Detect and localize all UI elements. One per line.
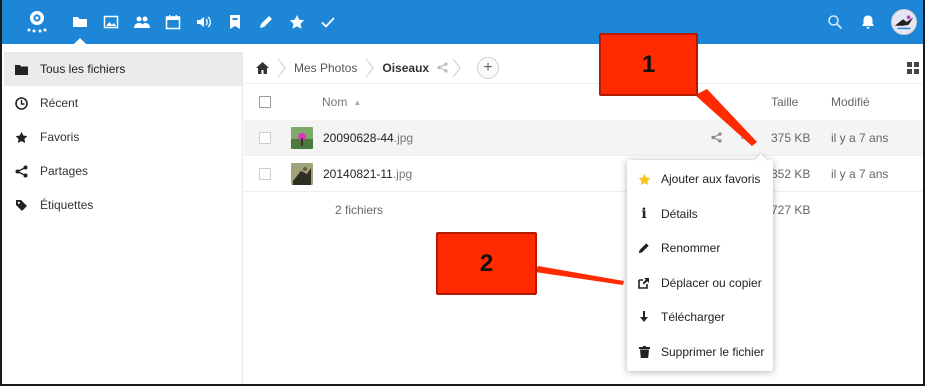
folder-icon (14, 62, 28, 76)
breadcrumb-separator-icon (277, 58, 286, 77)
calendar-icon[interactable] (157, 0, 188, 44)
file-modified: il y a 7 ans (831, 130, 889, 145)
sidebar-item-label: Récent (40, 96, 79, 110)
column-name-header[interactable]: Nom (322, 95, 347, 109)
share-folder-icon[interactable] (437, 62, 448, 73)
file-name[interactable]: 20090628-44.jpg (323, 131, 413, 145)
pencil-icon (637, 241, 651, 255)
sidebar-item-recent[interactable]: Récent (4, 86, 242, 120)
home-icon[interactable] (256, 61, 269, 74)
total-size: 727 KB (771, 203, 811, 217)
menu-item-rename[interactable]: Renommer (627, 231, 773, 266)
app-window: Tous les fichiers Récent Favoris Partage… (0, 0, 925, 386)
menu-item-delete[interactable]: Supprimer le fichier (627, 335, 773, 370)
menu-item-download[interactable]: Télécharger (627, 300, 773, 335)
summary-row: 2 fichiers 727 KB (244, 192, 923, 228)
clock-icon (14, 96, 28, 110)
share-icon (14, 164, 28, 178)
menu-item-label: Télécharger (661, 310, 726, 325)
search-icon[interactable] (817, 0, 853, 44)
menu-item-add-favorite[interactable]: Ajouter aux favoris (627, 162, 773, 197)
star-icon (14, 130, 28, 144)
breadcrumb-item-photos[interactable]: Mes Photos (294, 61, 357, 75)
audio-icon[interactable] (188, 0, 219, 44)
breadcrumb-separator-icon (452, 58, 461, 77)
file-modified: il y a 7 ans (831, 166, 889, 181)
menu-item-label: Détails (661, 206, 698, 221)
more-actions-icon[interactable]: ··· (740, 130, 753, 145)
menu-item-label: Renommer (661, 241, 721, 256)
sidebar-item-label: Partages (40, 164, 89, 178)
trash-icon (637, 345, 651, 359)
sort-ascending-icon: ▲ (353, 97, 362, 107)
top-header (2, 0, 923, 44)
gallery-icon[interactable] (95, 0, 126, 44)
sidebar-item-favorites[interactable]: Favoris (4, 120, 242, 154)
breadcrumb-item-birds[interactable]: Oiseaux (382, 61, 429, 75)
column-modified-header[interactable]: Modifié (831, 95, 911, 109)
info-icon: i (641, 205, 647, 222)
callout-badge-1: 1 (599, 33, 698, 96)
image-thumbnail (291, 126, 313, 149)
breadcrumb-separator-icon (365, 58, 375, 77)
image-thumbnail (291, 162, 313, 185)
menu-item-label: Déplacer ou copier (661, 275, 762, 290)
tag-icon (14, 198, 28, 212)
table-row[interactable]: 20140821-11.jpg 352 KB il y a 7 ans (244, 156, 923, 192)
download-icon (637, 310, 651, 324)
deck-icon[interactable] (219, 0, 250, 44)
menu-item-details[interactable]: i Détails (627, 197, 773, 232)
column-size-header[interactable]: Taille (771, 95, 831, 109)
notifications-icon[interactable] (853, 0, 883, 44)
select-all-checkbox[interactable] (259, 96, 271, 108)
notes-icon[interactable] (250, 0, 281, 44)
grid-view-icon[interactable] (907, 62, 919, 74)
sidebar-item-label: Tous les fichiers (40, 62, 126, 76)
tasks-icon[interactable] (312, 0, 343, 44)
file-size: 352 KB (771, 166, 811, 181)
table-row[interactable]: 20090628-44.jpg ··· 375 KB il y a 7 ans (244, 120, 923, 156)
sidebar-item-label: Étiquettes (40, 198, 94, 212)
sidebar-item-all-files[interactable]: Tous les fichiers (4, 52, 242, 86)
user-avatar[interactable] (891, 9, 917, 35)
row-checkbox[interactable] (259, 131, 271, 144)
files-sidebar: Tous les fichiers Récent Favoris Partage… (4, 52, 243, 384)
row-checkbox[interactable] (259, 167, 271, 180)
contacts-icon[interactable] (126, 0, 157, 44)
file-actions-menu: Ajouter aux favoris i Détails Renommer D… (627, 160, 773, 371)
menu-item-label: Ajouter aux favoris (661, 172, 761, 187)
menu-item-label: Supprimer le fichier (661, 344, 765, 359)
sidebar-item-label: Favoris (40, 130, 80, 144)
file-list-area: Mes Photos Oiseaux + Nom ▲ Taille Modifi… (244, 52, 923, 384)
favorites-app-icon[interactable] (281, 0, 312, 44)
file-name[interactable]: 20140821-11.jpg (323, 167, 412, 181)
external-icon (637, 276, 651, 290)
nextcloud-logo-icon[interactable] (18, 0, 56, 44)
share-icon[interactable] (711, 132, 722, 143)
menu-item-move-copy[interactable]: Déplacer ou copier (627, 266, 773, 301)
table-header: Nom ▲ Taille Modifié (244, 84, 923, 120)
file-size: 375 KB (771, 130, 811, 145)
sidebar-item-shares[interactable]: Partages (4, 154, 242, 188)
star-icon (637, 172, 651, 186)
sidebar-item-tags[interactable]: Étiquettes (4, 188, 242, 222)
callout-badge-2: 2 (436, 232, 537, 295)
files-icon[interactable] (64, 0, 95, 44)
breadcrumb: Mes Photos Oiseaux + (244, 52, 923, 84)
new-button[interactable]: + (477, 56, 500, 79)
